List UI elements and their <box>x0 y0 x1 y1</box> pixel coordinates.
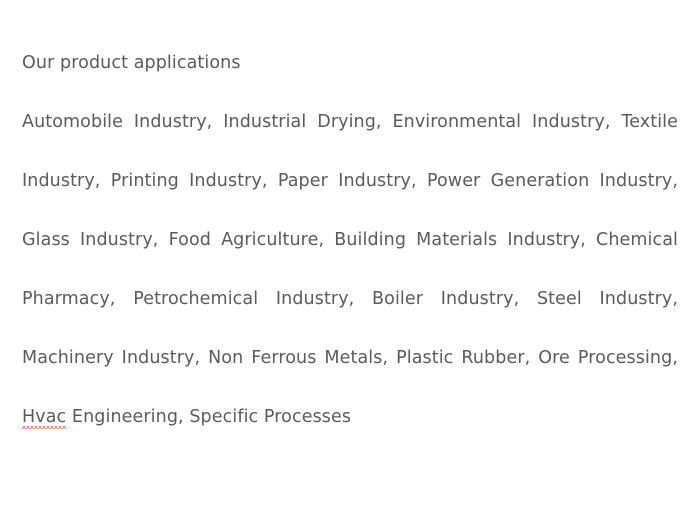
industries-text-part-1: Automobile Industry, Industrial Drying, … <box>22 112 678 368</box>
page-title: Our product applications <box>22 53 241 73</box>
page-root: Our product applications Automobile Indu… <box>0 0 700 523</box>
industries-text-part-2: Engineering, Specific Processes <box>66 407 352 427</box>
misspelled-word-hvac[interactable]: Hvac <box>22 407 67 430</box>
product-applications-block: Our product applications Automobile Indu… <box>22 34 678 447</box>
industries-paragraph: Automobile Industry, Industrial Drying, … <box>22 93 678 447</box>
